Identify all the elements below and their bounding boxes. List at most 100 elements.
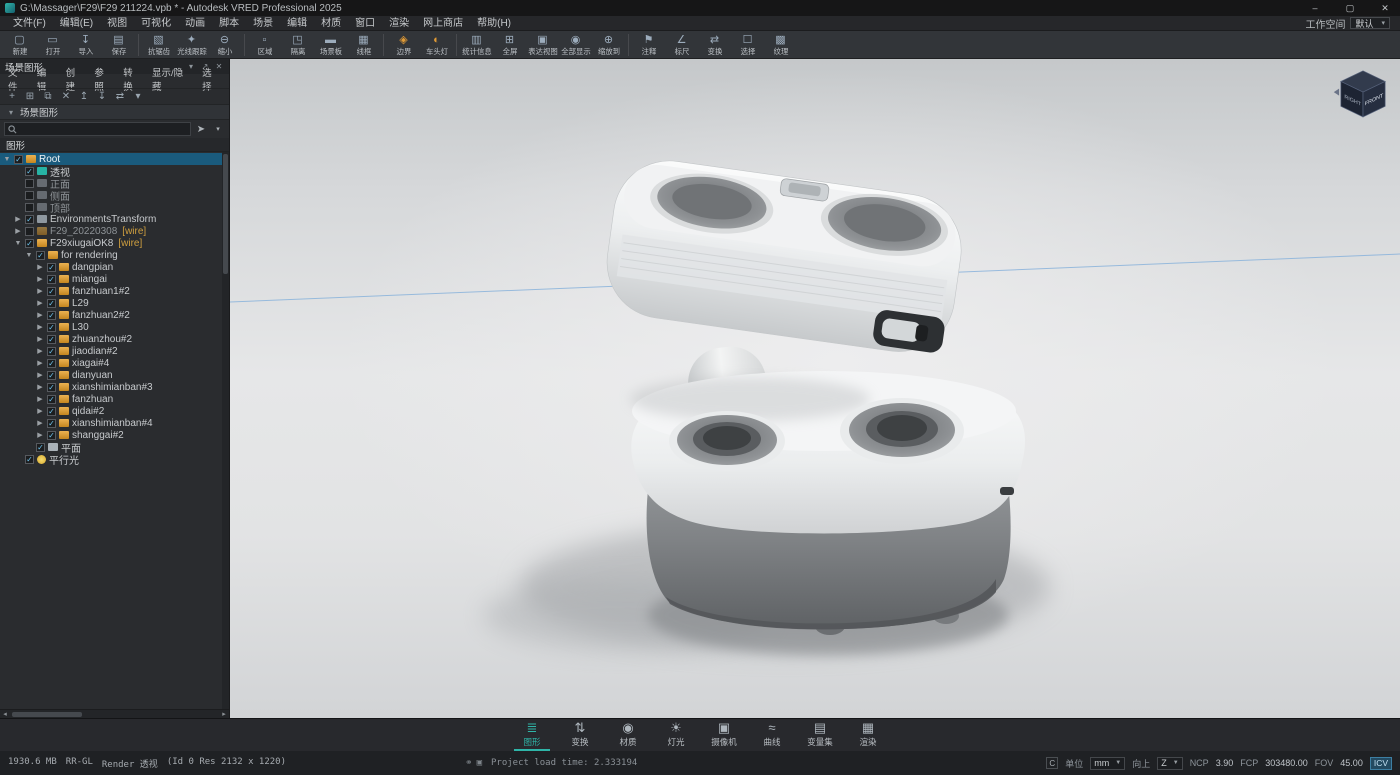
expander-icon[interactable]: ▶ (36, 359, 44, 367)
toolbar-raytracing-button[interactable]: ✦光线跟踪 (175, 32, 208, 58)
visibility-checkbox[interactable]: ✓ (47, 383, 56, 392)
tree-node[interactable]: ▼✓for rendering (0, 249, 229, 261)
expander-icon[interactable]: ▶ (36, 275, 44, 283)
chevron-down-icon[interactable]: ▾ (211, 125, 225, 133)
visibility-checkbox[interactable]: ✓ (25, 215, 34, 224)
tree-horizontal-scrollbar[interactable]: ◂ ▸ (0, 709, 229, 718)
render-viewport[interactable]: RIGHT FRONT (230, 59, 1400, 718)
module-variant-set[interactable]: ▤变量集 (802, 719, 838, 751)
expander-icon[interactable]: ▶ (36, 287, 44, 295)
toolbar-fullscreen-button[interactable]: ⊞全屏 (493, 32, 526, 58)
expander-icon[interactable]: ▼ (25, 252, 33, 259)
display-icon[interactable]: ▣ (477, 758, 482, 768)
module-material[interactable]: ◉材质 (610, 719, 646, 751)
toolbar-sceneplate-button[interactable]: ▬场景板 (314, 32, 347, 58)
view-cube[interactable]: RIGHT FRONT (1332, 62, 1394, 124)
visibility-checkbox[interactable]: ✓ (47, 407, 56, 416)
visibility-checkbox[interactable]: ✓ (47, 323, 56, 332)
menu-item[interactable]: 编辑 (280, 16, 314, 31)
visibility-checkbox[interactable]: ✓ (36, 443, 45, 452)
expander-icon[interactable]: ▶ (36, 431, 44, 439)
toolbar-zoom-to-button[interactable]: ⊕缩放到 (592, 32, 625, 58)
move-up-icon[interactable]: ↥ (76, 90, 92, 104)
expander-icon[interactable]: ▶ (36, 347, 44, 355)
toolbar-import-button[interactable]: ↧导入 (69, 32, 102, 58)
expander-icon[interactable]: ▶ (36, 323, 44, 331)
tree-node[interactable]: ▶✓shanggai#2 (0, 429, 229, 441)
add-group-icon[interactable]: ⊞ (22, 90, 38, 104)
tree-node[interactable]: ▶✓qidai#2 (0, 405, 229, 417)
tree-node[interactable]: 顶部 (0, 201, 229, 213)
menu-item[interactable]: 脚本 (212, 16, 246, 31)
visibility-checkbox[interactable] (25, 203, 34, 212)
delete-icon[interactable]: ✕ (58, 90, 74, 104)
toolbar-boundary-button[interactable]: ◈边界 (387, 32, 420, 58)
tree-node[interactable]: ▶✓miangai (0, 273, 229, 285)
search-box[interactable] (4, 122, 191, 136)
move-down-icon[interactable]: ↧ (94, 90, 110, 104)
tree-node[interactable]: ▶✓L29 (0, 297, 229, 309)
visibility-checkbox[interactable]: ✓ (47, 347, 56, 356)
visibility-checkbox[interactable]: ✓ (47, 299, 56, 308)
expander-icon[interactable]: ▶ (36, 419, 44, 427)
tree-node[interactable]: 正面 (0, 177, 229, 189)
minimize-button[interactable]: – (1300, 0, 1330, 16)
expander-icon[interactable]: ▶ (36, 383, 44, 391)
visibility-checkbox[interactable] (25, 227, 34, 236)
visibility-checkbox[interactable]: ✓ (47, 395, 56, 404)
toolbar-headlight-button[interactable]: ◐车头灯 (420, 32, 453, 58)
expander-icon[interactable]: ▶ (14, 227, 22, 235)
tree-node[interactable]: ▶✓fanzhuan1#2 (0, 285, 229, 297)
expander-icon[interactable]: ▶ (36, 371, 44, 379)
toolbar-texture-button[interactable]: ▩纹理 (764, 32, 797, 58)
visibility-checkbox[interactable]: ✓ (47, 263, 56, 272)
expander-icon[interactable]: ▶ (36, 311, 44, 319)
scrollbar-track[interactable] (10, 711, 219, 718)
module-scenegraph[interactable]: ≣图形 (514, 719, 550, 751)
fov-value[interactable]: 45.00 (1340, 758, 1363, 768)
menu-item[interactable]: 窗口 (348, 16, 382, 31)
menu-item[interactable]: 文件(F) (6, 16, 53, 31)
toolbar-open-button[interactable]: ▭打开 (36, 32, 69, 58)
scene-graph-section-bar[interactable]: ▾ 场景图形 (0, 105, 229, 120)
toolbar-save-button[interactable]: ▤保存 (102, 32, 135, 58)
ncp-value[interactable]: 3.90 (1216, 758, 1234, 768)
duplicate-icon[interactable]: ⧉ (40, 90, 56, 104)
visibility-checkbox[interactable]: ✓ (25, 455, 34, 464)
module-camera[interactable]: ▣摄像机 (706, 719, 742, 751)
menu-item[interactable]: 编辑(E) (53, 16, 100, 31)
tree-node[interactable]: ▼✓F29xiugaiOK8[wire] (0, 237, 229, 249)
toolbar-region-button[interactable]: ▫区域 (248, 32, 281, 58)
visibility-checkbox[interactable] (25, 179, 34, 188)
menu-item[interactable]: 材质 (314, 16, 348, 31)
tree-node[interactable]: ▶✓L30 (0, 321, 229, 333)
toolbar-wireframe-button[interactable]: ▦线框 (347, 32, 380, 58)
maximize-button[interactable]: ▢ (1335, 0, 1365, 16)
menu-item[interactable]: 网上商店 (416, 16, 470, 31)
expander-icon[interactable]: ▶ (36, 299, 44, 307)
viewcube-home-icon[interactable] (1334, 89, 1339, 96)
toolbar-downscale-button[interactable]: ⊖缩小 (208, 32, 241, 58)
toolbar-statistics-button[interactable]: ▥统计信息 (460, 32, 493, 58)
expander-icon[interactable]: ▶ (36, 395, 44, 403)
visibility-checkbox[interactable]: ✓ (47, 335, 56, 344)
visibility-checkbox[interactable] (25, 191, 34, 200)
toolbar-render-view-button[interactable]: ▣表达视图 (526, 32, 559, 58)
visibility-checkbox[interactable]: ✓ (47, 431, 56, 440)
module-light[interactable]: ☀灯光 (658, 719, 694, 751)
tree-node[interactable]: 侧面 (0, 189, 229, 201)
scroll-left-icon[interactable]: ◂ (0, 710, 10, 718)
tree-node[interactable]: ▶✓xianshimianban#3 (0, 381, 229, 393)
menu-item[interactable]: 动画 (178, 16, 212, 31)
tree-node[interactable]: ▶✓EnvironmentsTransform (0, 213, 229, 225)
scroll-right-icon[interactable]: ▸ (219, 710, 229, 718)
menu-item[interactable]: 渲染 (382, 16, 416, 31)
visibility-checkbox[interactable]: ✓ (47, 275, 56, 284)
add-node-icon[interactable]: + (4, 90, 20, 104)
tree-node[interactable]: ▶F29_20220308[wire] (0, 225, 229, 237)
scrollbar-thumb[interactable] (12, 712, 82, 717)
toolbar-transform-button[interactable]: ⇄变换 (698, 32, 731, 58)
tree-node[interactable]: ✓透视 (0, 165, 229, 177)
toolbar-ruler-button[interactable]: ∠标尺 (665, 32, 698, 58)
pointer-select-icon[interactable]: ➤ (194, 124, 208, 135)
